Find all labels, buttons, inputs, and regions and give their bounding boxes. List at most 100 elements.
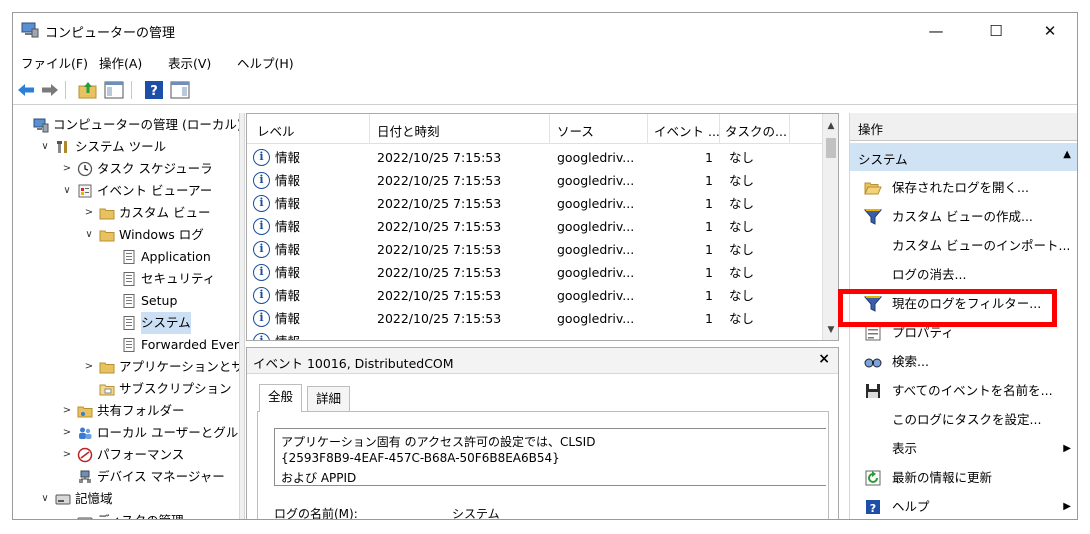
collapse-chevron-icon[interactable]: ∨ <box>39 488 51 510</box>
event-list: レベル 日付と時刻 ソース イベント ... タスクの... i 情報 2022/1… <box>246 113 839 341</box>
action-item[interactable]: カスタム ビューの作成... <box>850 202 1077 231</box>
tree-item[interactable]: Application <box>13 246 239 268</box>
event-description[interactable]: アプリケーション固有 のアクセス許可の設定では、CLSID {2593F8B9-… <box>274 428 826 486</box>
event-list-scrollbar[interactable]: ▲ ▼ <box>822 114 838 340</box>
collapse-chevron-icon[interactable]: ∨ <box>83 224 95 246</box>
action-item[interactable]: 最新の情報に更新 <box>850 463 1077 492</box>
show-hide-tree-icon[interactable] <box>103 79 125 101</box>
tab-details[interactable]: 詳細 <box>307 386 351 412</box>
event-row[interactable]: i 情報 2022/10/25 7:15:53 googledriv... 1 なし <box>247 238 824 261</box>
event-task: なし <box>729 219 755 234</box>
tree-item[interactable]: セキュリティ <box>13 268 239 290</box>
column-separator[interactable] <box>647 114 648 144</box>
event-row[interactable]: i 情報 2022/10/25 7:15:53 googledriv... 1 なし <box>247 284 824 307</box>
event-row[interactable]: i 情報 2022/10/25 7:15:53 googledriv... 1 なし <box>247 192 824 215</box>
scrollbar-thumb[interactable] <box>826 138 836 158</box>
maximize-button[interactable]: ☐ <box>973 18 1019 44</box>
scroll-down-arrow-icon[interactable]: ▼ <box>823 322 838 338</box>
event-row[interactable]: i 情報 2022/10/25 7:15:53 googledriv... 1 なし <box>247 261 824 284</box>
tree-item[interactable]: ∨ 記憶域 <box>13 488 239 510</box>
computer-icon <box>33 118 49 133</box>
menu-view[interactable]: 表示(V) <box>168 53 211 72</box>
action-item[interactable]: ? ヘルプ ▶ <box>850 492 1077 519</box>
back-arrow-icon[interactable] <box>15 79 37 101</box>
tree-item[interactable]: サブスクリプション <box>13 378 239 400</box>
action-item[interactable]: ログの消去... <box>850 260 1077 289</box>
tree-item[interactable]: システム <box>13 312 239 334</box>
scroll-up-arrow-icon[interactable]: ▲ <box>823 118 838 134</box>
action-item-label: カスタム ビューのインポート... <box>892 238 1071 253</box>
column-task[interactable]: タスクの... <box>725 121 787 140</box>
tree-item[interactable]: Forwarded Events <box>13 334 239 356</box>
action-item[interactable]: 保存されたログを開く... <box>850 173 1077 202</box>
expand-chevron-icon[interactable]: > <box>83 202 95 224</box>
expand-chevron-icon[interactable]: > <box>61 444 73 466</box>
tab-general-content: アプリケーション固有 のアクセス許可の設定では、CLSID {2593F8B9-… <box>257 411 829 519</box>
event-row[interactable]: i 情報 2022/10/25 7:15:53 googledriv... 1 なし <box>247 146 824 169</box>
column-source[interactable]: ソース <box>557 121 594 140</box>
minimize-button[interactable]: — <box>913 18 959 44</box>
close-detail-icon[interactable]: × <box>818 351 830 367</box>
show-hide-action-pane-icon[interactable] <box>169 79 191 101</box>
action-item[interactable]: 表示 ▶ <box>850 434 1077 463</box>
tree-item[interactable]: > ローカル ユーザーとグループ <box>13 422 239 444</box>
column-level[interactable]: レベル <box>257 121 295 140</box>
event-row[interactable]: i 情報 2022/10/25 7:15:53 googledriv... 1 なし <box>247 307 824 330</box>
tree-item[interactable]: > パフォーマンス <box>13 444 239 466</box>
event-datetime: 2022/10/25 7:15:53 <box>377 242 502 257</box>
expand-chevron-icon[interactable]: > <box>61 158 73 180</box>
action-item-label: ログの消去... <box>892 267 967 282</box>
action-item[interactable]: 検索... <box>850 347 1077 376</box>
column-datetime[interactable]: 日付と時刻 <box>377 121 440 140</box>
menu-action[interactable]: 操作(A) <box>99 53 142 72</box>
column-separator[interactable] <box>719 114 720 144</box>
tree-item[interactable]: > タスク スケジューラ <box>13 158 239 180</box>
action-item[interactable]: すべてのイベントを名前を... <box>850 376 1077 405</box>
action-item[interactable]: このログにタスクを設定... <box>850 405 1077 434</box>
tree-item[interactable]: ∨ イベント ビューアー <box>13 180 239 202</box>
event-level: 情報 <box>275 330 300 340</box>
column-separator[interactable] <box>369 114 370 144</box>
menu-file[interactable]: ファイル(F) <box>21 53 88 72</box>
tree-item[interactable]: ディスクの管理 <box>13 510 239 519</box>
title-bar: コンピューターの管理 — ☐ ✕ <box>13 13 1077 47</box>
action-item-label: 検索... <box>892 354 929 369</box>
collapse-chevron-icon[interactable]: ∨ <box>39 136 51 158</box>
tree-item[interactable]: コンピューターの管理 (ローカル) <box>13 114 239 136</box>
event-id: 1 <box>705 150 713 165</box>
action-item[interactable]: カスタム ビューのインポート... <box>850 231 1077 260</box>
event-row[interactable]: i 情報 2022/10/25 7:15:53 googledriv... 1 なし <box>247 169 824 192</box>
column-event-id[interactable]: イベント ... <box>654 121 720 140</box>
tree-item[interactable]: ∨ Windows ログ <box>13 224 239 246</box>
close-button[interactable]: ✕ <box>1027 18 1073 44</box>
tab-general[interactable]: 全般 <box>259 384 303 412</box>
collapse-chevron-icon[interactable]: ∨ <box>61 180 73 202</box>
tree-item[interactable]: > アプリケーションとサービス ログ <box>13 356 239 378</box>
event-task: なし <box>729 311 755 326</box>
help-icon[interactable]: ? <box>143 79 165 101</box>
shared-folder-icon <box>77 406 93 418</box>
tree-item[interactable]: > カスタム ビュー <box>13 202 239 224</box>
tree-item-label: 記憶域 <box>75 491 113 506</box>
column-separator[interactable] <box>789 114 790 144</box>
expand-chevron-icon[interactable]: > <box>61 400 73 422</box>
column-separator[interactable] <box>549 114 550 144</box>
up-folder-icon[interactable] <box>77 79 99 101</box>
pane-splitter[interactable] <box>239 113 245 519</box>
event-datetime: 2022/10/25 7:15:53 <box>377 196 502 211</box>
menu-help[interactable]: ヘルプ(H) <box>237 53 294 72</box>
log-icon <box>123 294 135 308</box>
actions-section-system[interactable]: システム ▲ <box>850 143 1077 171</box>
collapse-caret-icon[interactable]: ▲ <box>1063 149 1071 160</box>
tree-item[interactable]: ∨ システム ツール <box>13 136 239 158</box>
event-row[interactable]: i 情報 2022/10/25 7:15:53 googledriv... 1 なし <box>247 215 824 238</box>
expand-chevron-icon[interactable]: > <box>61 422 73 444</box>
tree-item[interactable]: Setup <box>13 290 239 312</box>
expand-chevron-icon[interactable]: > <box>83 356 95 378</box>
forward-arrow-icon[interactable] <box>39 79 61 101</box>
info-icon: i <box>253 264 270 281</box>
event-row[interactable]: i 情報 <box>247 330 824 340</box>
event-task: なし <box>729 150 755 165</box>
tree-item[interactable]: > 共有フォルダー <box>13 400 239 422</box>
tree-item[interactable]: デバイス マネージャー <box>13 466 239 488</box>
